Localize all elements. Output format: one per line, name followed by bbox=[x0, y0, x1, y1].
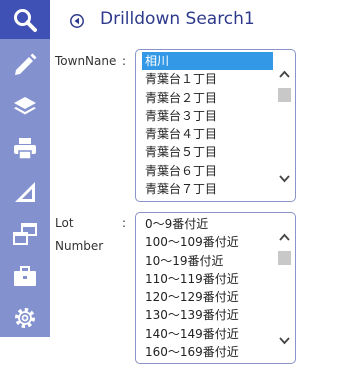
list-item[interactable]: 0～9番付近 bbox=[142, 215, 273, 233]
list-item[interactable]: 青葉台７丁目 bbox=[142, 180, 273, 198]
sidebar bbox=[0, 0, 50, 337]
town-items: 相川 青葉台１丁目 青葉台２丁目 青葉台３丁目 青葉台４丁目 青葉台５丁目 青葉台６丁目 青葉… bbox=[142, 52, 273, 198]
town-listbox[interactable]: 相川 青葉台１丁目 青葉台２丁目 青葉台３丁目 青葉台４丁目 青葉台５丁目 青葉台６丁目 青葉… bbox=[135, 49, 296, 202]
list-item[interactable]: 110～119番付近 bbox=[142, 270, 273, 288]
lot-items: 0～9番付近 100～109番付近 10～19番付近 110～119番付近 120～12… bbox=[142, 215, 273, 361]
briefcase-icon bbox=[14, 265, 36, 286]
town-label: TownNane bbox=[55, 54, 117, 68]
list-item[interactable]: 120～129番付近 bbox=[142, 288, 273, 306]
lot-label-line1: Lot bbox=[55, 216, 74, 230]
sidebar-settings-button[interactable] bbox=[0, 298, 50, 337]
scroll-up-icon[interactable] bbox=[278, 231, 291, 244]
layers-icon bbox=[14, 96, 36, 114]
scroll-up-icon[interactable] bbox=[278, 68, 291, 81]
list-item[interactable]: 青葉台５丁目 bbox=[142, 143, 273, 161]
search-icon bbox=[14, 8, 37, 32]
sidebar-search-button[interactable] bbox=[0, 0, 50, 39]
list-item[interactable]: 100～109番付近 bbox=[142, 233, 273, 251]
list-item[interactable]: 相川 bbox=[142, 52, 273, 71]
pencil-icon bbox=[15, 53, 37, 75]
scroll-down-icon[interactable] bbox=[278, 334, 291, 347]
sidebar-windows-button[interactable] bbox=[0, 214, 50, 253]
list-item[interactable]: 青葉台３丁目 bbox=[142, 107, 273, 125]
list-item[interactable]: 10～19番付近 bbox=[142, 252, 273, 270]
list-item[interactable]: 140～149番付近 bbox=[142, 325, 273, 343]
lot-scrollbar[interactable] bbox=[276, 215, 293, 361]
scroll-down-icon[interactable] bbox=[278, 172, 291, 185]
list-item[interactable]: 青葉台６丁目 bbox=[142, 162, 273, 180]
sidebar-tools-button[interactable] bbox=[0, 256, 50, 295]
printer-icon bbox=[14, 137, 36, 160]
header: Drilldown Search1 bbox=[50, 0, 348, 42]
town-scrollbar[interactable] bbox=[276, 52, 293, 199]
gear-icon bbox=[15, 307, 35, 328]
back-arrow-icon[interactable] bbox=[70, 14, 84, 28]
lot-scroll-thumb[interactable] bbox=[278, 251, 291, 265]
lot-label-line2: Number bbox=[55, 239, 104, 253]
town-colon: : bbox=[122, 54, 127, 68]
lot-colon: : bbox=[122, 216, 127, 230]
sidebar-measure-button[interactable] bbox=[0, 172, 50, 211]
page-title: Drilldown Search1 bbox=[100, 9, 255, 29]
list-item[interactable]: 青葉台２丁目 bbox=[142, 89, 273, 107]
measure-icon bbox=[15, 181, 35, 202]
windows-icon bbox=[13, 222, 37, 245]
list-item[interactable]: 130～139番付近 bbox=[142, 306, 273, 324]
list-item[interactable]: 青葉台１丁目 bbox=[142, 70, 273, 88]
list-item[interactable]: 青葉台４丁目 bbox=[142, 125, 273, 143]
sidebar-layers-button[interactable] bbox=[0, 86, 50, 125]
lot-listbox[interactable]: 0～9番付近 100～109番付近 10～19番付近 110～119番付近 120～12… bbox=[135, 212, 296, 364]
sidebar-print-button[interactable] bbox=[0, 128, 50, 167]
list-item[interactable]: 160～169番付近 bbox=[142, 343, 273, 361]
sidebar-edit-button[interactable] bbox=[0, 44, 50, 83]
town-scroll-thumb[interactable] bbox=[278, 88, 291, 102]
